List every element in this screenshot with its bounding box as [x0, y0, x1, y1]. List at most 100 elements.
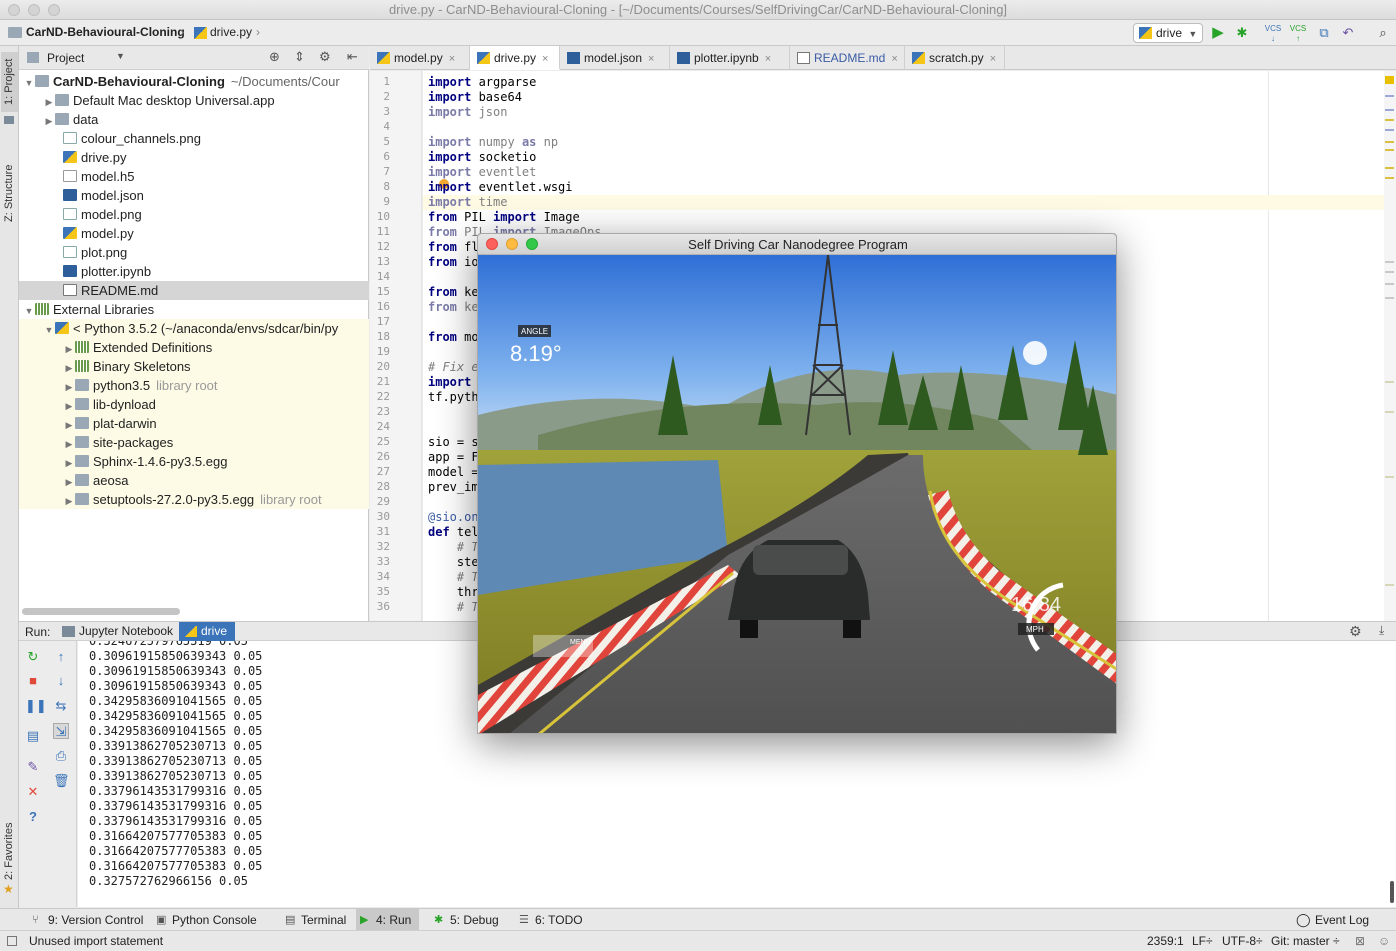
hide-panel-icon[interactable]: ⇤	[347, 49, 358, 65]
tree-expand-icon[interactable]: ▶	[63, 435, 75, 452]
stripe-mark[interactable]	[1385, 261, 1394, 263]
panel-toggle-icon[interactable]	[7, 936, 17, 946]
simulator-window[interactable]: Self Driving Car Nanodegree Program ANGL…	[477, 233, 1117, 734]
zoom-window-icon[interactable]	[48, 4, 60, 16]
revert-icon[interactable]: ↶	[1339, 24, 1357, 42]
pin-icon[interactable]: ✎	[25, 759, 41, 775]
editor-tab[interactable]: README.md ×	[790, 46, 905, 70]
editor-tab[interactable]: model.json ×	[560, 46, 670, 70]
vcs-commit-button[interactable]: VCS ↑	[1289, 24, 1307, 43]
vcs-compare-icon[interactable]: ⧉	[1315, 24, 1333, 42]
up-arrow-icon[interactable]: ↑	[53, 649, 69, 665]
tree-item[interactable]: ▼ < Python 3.5.2 (~/anaconda/envs/sdcar/b…	[19, 319, 369, 338]
run-tab[interactable]: Jupyter Notebook	[57, 622, 181, 641]
stripe-mark[interactable]	[1385, 129, 1394, 131]
pause-icon[interactable]: ❚❚	[25, 698, 47, 714]
tree-item[interactable]: ▶ site-packages	[19, 433, 369, 452]
simulator-titlebar[interactable]: Self Driving Car Nanodegree Program	[478, 234, 1116, 255]
stripe-mark[interactable]	[1385, 283, 1394, 285]
down-arrow-icon[interactable]: ↓	[53, 673, 69, 689]
bottom-tool-tab[interactable]: ▤ Terminal	[281, 909, 354, 931]
tree-expand-icon[interactable]: ▶	[63, 492, 75, 509]
tree-item[interactable]: ▶ data	[19, 110, 369, 129]
close-icon[interactable]: ×	[648, 53, 654, 65]
project-view-label[interactable]: Project	[47, 51, 84, 65]
scroll-to-end-icon[interactable]: ⇲	[53, 723, 69, 739]
file-encoding[interactable]: UTF-8÷	[1222, 931, 1263, 951]
close-icon[interactable]: ✕	[25, 784, 41, 800]
hide-panel-icon[interactable]: ⤓	[1379, 623, 1384, 638]
close-icon[interactable]: ×	[990, 53, 996, 65]
vertical-scrollbar[interactable]	[1390, 881, 1394, 903]
debug-button[interactable]: ✱	[1233, 24, 1251, 42]
stripe-mark[interactable]	[1385, 411, 1394, 413]
tree-expand-icon[interactable]: ▶	[63, 359, 75, 376]
minimize-window-icon[interactable]	[28, 4, 40, 16]
tree-item[interactable]: model.py	[19, 224, 369, 243]
bottom-tool-tab[interactable]: ▣ Python Console	[152, 909, 265, 931]
tree-item[interactable]: plotter.ipynb	[19, 262, 369, 281]
gear-icon[interactable]: ⚙	[319, 49, 331, 65]
tree-expand-icon[interactable]: ▶	[63, 473, 75, 490]
tree-item[interactable]: ▶ Sphinx-1.4.6-py3.5.egg	[19, 452, 369, 471]
close-icon[interactable]: ×	[891, 53, 897, 65]
event-log-tab[interactable]: Event Log	[1315, 913, 1369, 927]
tree-item[interactable]: ▶ python3.5 library root	[19, 376, 369, 395]
project-tool-tab[interactable]: 1: Project	[1, 52, 18, 112]
stripe-mark[interactable]	[1385, 297, 1394, 299]
stripe-mark[interactable]	[1385, 149, 1394, 151]
zoom-window-icon[interactable]	[526, 238, 538, 250]
bottom-tool-tab[interactable]: ✱ 5: Debug	[430, 909, 507, 931]
editor-tab[interactable]: model.py ×	[370, 46, 470, 70]
bottom-tool-tab[interactable]: ▶ 4: Run	[356, 909, 420, 931]
breadcrumb-project[interactable]: CarND-Behavioural-Cloning	[26, 25, 185, 39]
minimize-window-icon[interactable]	[506, 238, 518, 250]
tree-expand-icon[interactable]: ▼	[23, 74, 35, 91]
tree-item[interactable]: ▶ Extended Definitions	[19, 338, 369, 357]
locate-icon[interactable]: ⊕	[269, 49, 280, 65]
run-configuration-select[interactable]: drive ▼	[1133, 23, 1203, 43]
tree-expand-icon[interactable]: ▶	[63, 378, 75, 395]
gear-icon[interactable]: ⚙	[1349, 623, 1362, 640]
editor-tab[interactable]: plotter.ipynb ×	[670, 46, 790, 70]
favorites-tool-tab[interactable]: 2: Favorites	[1, 816, 18, 886]
rerun-icon[interactable]: ↻	[25, 649, 41, 665]
tree-item[interactable]: ▶ Binary Skeletons	[19, 357, 369, 376]
stripe-mark[interactable]	[1385, 119, 1394, 121]
tree-expand-icon[interactable]: ▶	[63, 397, 75, 414]
close-icon[interactable]: ×	[542, 53, 548, 65]
close-window-icon[interactable]	[486, 238, 498, 250]
tree-item[interactable]: drive.py	[19, 148, 369, 167]
bottom-tool-tab[interactable]: ☰ 6: TODO	[515, 909, 591, 931]
line-separator[interactable]: LF÷	[1192, 931, 1213, 951]
tree-item[interactable]: model.png	[19, 205, 369, 224]
stripe-mark[interactable]	[1385, 476, 1394, 478]
lock-icon[interactable]: ⊠	[1355, 931, 1365, 951]
tree-item[interactable]: plot.png	[19, 243, 369, 262]
stripe-mark[interactable]	[1385, 584, 1394, 586]
chevron-down-icon[interactable]: ▼	[116, 51, 125, 61]
stripe-mark[interactable]	[1385, 95, 1394, 97]
bottom-tool-tab[interactable]: ⑂ 9: Version Control	[28, 909, 151, 931]
git-branch[interactable]: Git: master ÷	[1271, 931, 1340, 951]
tree-item[interactable]: ▶ aeosa	[19, 471, 369, 490]
tree-item[interactable]: README.md	[19, 281, 369, 300]
soft-wrap-icon[interactable]: ⇆	[53, 698, 69, 714]
tree-expand-icon[interactable]: ▶	[43, 93, 55, 110]
stripe-mark[interactable]	[1385, 177, 1394, 179]
collapse-all-icon[interactable]: ⇕	[294, 49, 305, 65]
tree-expand-icon[interactable]: ▼	[23, 302, 35, 319]
run-button[interactable]: ▶	[1209, 24, 1227, 42]
editor-tab[interactable]: scratch.py ×	[905, 46, 1005, 70]
editor-tab[interactable]: drive.py ×	[470, 46, 560, 70]
search-everywhere-icon[interactable]: ⌕	[1374, 24, 1392, 42]
help-icon[interactable]: ?	[25, 809, 41, 825]
breadcrumb-file[interactable]: drive.py	[210, 25, 252, 39]
tree-expand-icon[interactable]: ▼	[43, 321, 55, 338]
trash-icon[interactable]: 🗑	[53, 773, 70, 789]
tree-expand-icon[interactable]: ▶	[43, 112, 55, 129]
structure-tool-tab[interactable]: Z: Structure	[1, 138, 18, 248]
menu-overlay[interactable]: MENU	[533, 635, 593, 657]
tree-item[interactable]: ▼ CarND-Behavioural-Cloning ~/Documents/Co…	[19, 72, 369, 91]
horizontal-scrollbar[interactable]	[22, 608, 180, 615]
